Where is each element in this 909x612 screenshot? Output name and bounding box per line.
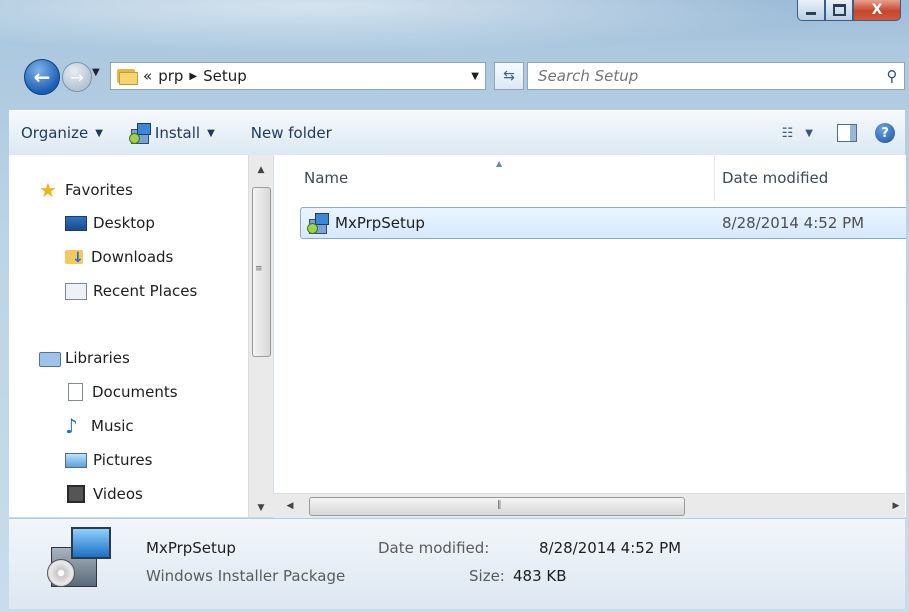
file-list-horizontal-scrollbar[interactable]: ◀ ‖ ▶	[273, 493, 905, 518]
nav-label: Favorites	[65, 181, 133, 199]
scrollbar-grip-icon: ‖	[497, 500, 502, 510]
nav-videos[interactable]: Videos	[65, 485, 143, 503]
scroll-left-icon[interactable]: ◀	[281, 494, 299, 518]
chevron-down-icon: ▼	[95, 127, 103, 139]
nav-documents[interactable]: Documents	[65, 383, 178, 401]
details-size-label: Size:	[469, 567, 505, 585]
command-bar: Organize ▼ Install ▼ New folder ☷ ▼ ?	[9, 110, 905, 156]
help-icon[interactable]: ?	[875, 123, 895, 143]
desktop-icon	[65, 215, 87, 231]
star-icon: ★	[39, 178, 57, 202]
nav-favorites[interactable]: ★ Favorites	[39, 178, 133, 202]
column-divider[interactable]	[714, 155, 715, 201]
forward-button[interactable]: →	[62, 62, 92, 92]
recent-places-icon	[65, 282, 87, 300]
close-icon: X	[871, 2, 883, 18]
organize-label: Organize	[21, 124, 89, 142]
breadcrumb-separator-icon[interactable]: ▶	[189, 71, 197, 82]
file-date-modified: 8/28/2014 4:52 PM	[722, 214, 865, 232]
details-pane: MxPrpSetup Windows Installer Package Dat…	[9, 518, 905, 609]
scroll-up-icon[interactable]: ▲	[249, 161, 273, 179]
back-arrow-icon: ←	[33, 65, 51, 89]
nav-label: Music	[91, 417, 134, 435]
documents-icon	[68, 383, 83, 401]
nav-label: Libraries	[65, 349, 130, 367]
nav-music[interactable]: ♪ Music	[65, 414, 134, 438]
back-button[interactable]: ←	[24, 59, 60, 95]
column-header-date-modified[interactable]: Date modified	[722, 169, 828, 187]
folder-icon	[117, 68, 138, 85]
pictures-icon	[65, 452, 87, 468]
search-box[interactable]: ⚲	[527, 62, 905, 90]
install-label: Install	[154, 124, 201, 142]
details-date-label: Date modified:	[378, 539, 490, 557]
details-date-value: 8/28/2014 4:52 PM	[539, 539, 682, 557]
nav-label: Pictures	[93, 451, 153, 469]
maximize-icon	[832, 4, 846, 16]
new-folder-button[interactable]: New folder	[227, 111, 344, 155]
nav-downloads[interactable]: Downloads	[65, 248, 173, 266]
installer-package-large-icon	[47, 525, 111, 589]
preview-pane-icon[interactable]	[837, 124, 857, 142]
nav-label: Desktop	[93, 214, 155, 232]
videos-icon	[67, 485, 85, 503]
nav-label: Recent Places	[93, 282, 198, 300]
music-icon: ♪	[65, 414, 78, 438]
installer-icon	[128, 123, 151, 144]
change-view-icon[interactable]: ☷	[776, 126, 800, 141]
recent-pages-dropdown[interactable]: ▼	[92, 67, 100, 78]
scroll-down-icon[interactable]: ▼	[249, 499, 273, 517]
breadcrumb-overflow[interactable]: «	[143, 67, 152, 85]
file-list-pane: ▲ Name Date modified MxPrpSetup 8/28/201…	[273, 155, 906, 517]
new-folder-label: New folder	[250, 124, 332, 142]
install-button[interactable]: Install ▼	[115, 111, 227, 155]
nav-desktop[interactable]: Desktop	[65, 214, 155, 232]
navigation-pane: ★ Favorites Desktop Downloads Recent Pla…	[9, 155, 273, 517]
search-icon[interactable]: ⚲	[880, 67, 904, 85]
view-options-dropdown-icon[interactable]: ▼	[799, 128, 819, 139]
refresh-icon: ⇆	[503, 68, 515, 84]
nav-libraries[interactable]: Libraries	[39, 349, 130, 367]
file-name: MxPrpSetup	[335, 214, 425, 232]
address-bar[interactable]: « prp ▶ Setup ▼	[110, 62, 486, 90]
minimize-icon	[806, 11, 816, 15]
column-header-name[interactable]: Name	[304, 169, 348, 187]
breadcrumb-setup[interactable]: Setup	[203, 67, 247, 85]
maximize-button[interactable]	[825, 0, 853, 21]
window-controls: X	[797, 0, 901, 21]
forward-arrow-icon: →	[70, 67, 84, 87]
details-file-name: MxPrpSetup	[146, 539, 236, 557]
scroll-right-icon[interactable]: ▶	[887, 494, 905, 518]
search-input[interactable]	[536, 66, 880, 86]
close-button[interactable]: X	[853, 0, 901, 21]
scrollbar-grip-icon: ≡	[255, 264, 263, 274]
details-size-value: 483 KB	[513, 567, 567, 585]
minimize-button[interactable]	[797, 0, 825, 21]
breadcrumb-prp[interactable]: prp	[158, 67, 183, 85]
sort-ascending-icon: ▲	[496, 159, 503, 168]
nav-label: Downloads	[91, 248, 174, 266]
nav-pictures[interactable]: Pictures	[65, 451, 152, 469]
organize-button[interactable]: Organize ▼	[9, 111, 115, 155]
address-dropdown-icon[interactable]: ▼	[471, 71, 479, 82]
nav-pane-scrollbar[interactable]: ▲ ≡ ▼	[248, 155, 273, 517]
details-file-type: Windows Installer Package	[146, 567, 346, 585]
installer-package-icon	[307, 213, 329, 234]
nav-label: Documents	[92, 383, 178, 401]
scrollbar-thumb[interactable]: ‖	[309, 497, 685, 516]
libraries-icon	[39, 349, 61, 367]
downloads-icon	[65, 248, 85, 266]
refresh-button[interactable]: ⇆	[494, 62, 524, 90]
nav-recent-places[interactable]: Recent Places	[65, 282, 197, 300]
chevron-down-icon: ▼	[207, 127, 215, 139]
explorer-window: X ← → ▼ « prp ▶ Setup ▼ ⇆ ⚲ Organize ▼ I…	[0, 0, 909, 612]
file-row-mxprpsetup[interactable]: MxPrpSetup 8/28/2014 4:52 PM	[300, 207, 906, 239]
toolbar-right: ☷ ▼ ?	[776, 123, 905, 143]
nav-label: Videos	[93, 485, 143, 503]
